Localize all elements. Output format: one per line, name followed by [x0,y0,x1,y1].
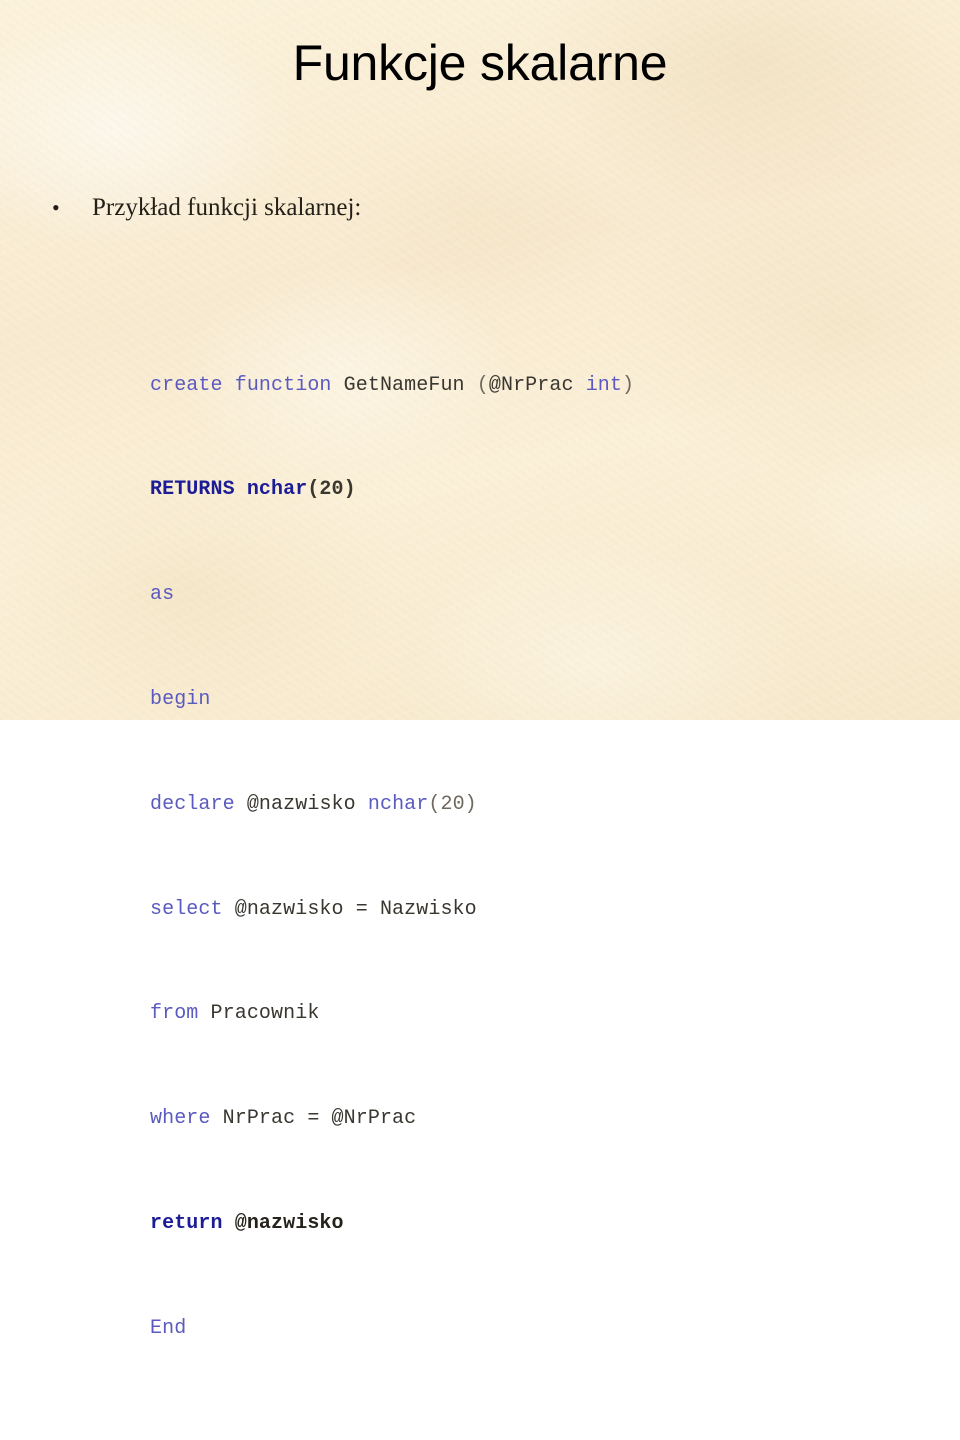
code-token-keyword: select [150,897,235,921]
code-token-variable: @nazwisko [234,1211,344,1235]
code-line-6: select @nazwisko = Nazwisko [150,897,960,923]
bullet-item-przyklad: • Przykład funkcji skalarnej: [52,192,960,224]
code-token-keyword: where [150,1107,223,1131]
code-block-function-definition: create function GetNameFun (@NrPrac int)… [150,294,960,1394]
code-token-paren: ) [622,373,635,397]
bullet-marker-icon: • [52,195,60,220]
code-token-identifier: GetNameFun [343,373,477,397]
code-token-condition: NrPrac = @NrPrac [222,1107,417,1131]
code-token-expression: @nazwisko = Nazwisko [234,897,477,921]
code-token-parameter: @NrPrac [488,373,586,397]
code-token-keyword: declare [150,792,247,816]
code-token-keyword: create function [150,373,344,397]
code-token-length: (20) [428,792,477,816]
presentation-slide: Funkcje skalarne • Przykład funkcji skal… [0,0,960,1340]
code-token-keyword: begin [150,688,211,711]
code-token-table: Pracownik [210,1002,320,1026]
code-line-5: declare @nazwisko nchar(20) [150,792,960,818]
code-token-keyword: return [150,1211,235,1235]
code-line-1: create function GetNameFun (@NrPrac int) [150,373,960,399]
code-token-keyword: from [150,1002,211,1026]
code-line-3: as [150,582,960,608]
code-line-4: begin [150,687,960,713]
code-token-paren: ( [476,373,489,397]
code-token-length: (20) [307,478,356,502]
code-token-type: nchar [367,792,429,816]
code-token-keyword: as [150,583,175,607]
slide-title: Funkcje skalarne [292,35,668,91]
code-line-7: from Pracownik [150,1001,960,1027]
code-line-10: End [150,1316,960,1342]
code-token-type: int [585,373,623,397]
bullet-label-przyklad: Przykład funkcji skalarnej: [92,194,362,221]
code-line-8: where NrPrac = @NrPrac [150,1106,960,1132]
code-token-keyword: End [150,1316,187,1340]
code-line-9: return @nazwisko [150,1211,960,1237]
code-line-2: RETURNS nchar(20) [150,477,960,503]
code-token-variable: @nazwisko [246,792,368,816]
code-token-keyword: RETURNS nchar [150,478,308,502]
